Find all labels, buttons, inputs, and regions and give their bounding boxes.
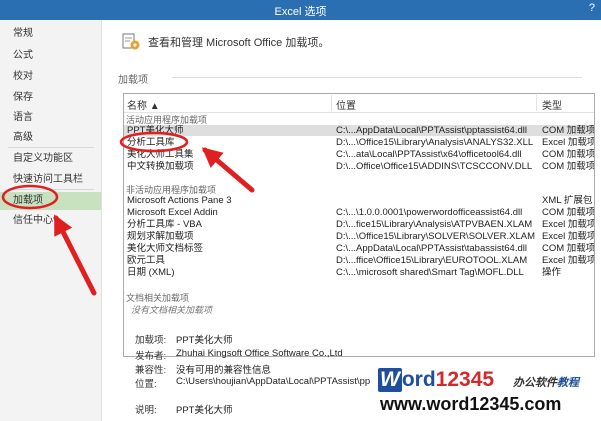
sidebar-item-addins[interactable]: 加载项 — [0, 192, 101, 210]
addin-type: Excel 加载项 — [542, 137, 595, 148]
column-type-header[interactable]: 类型 — [542, 97, 562, 112]
addin-type: COM 加载项 — [542, 207, 595, 218]
column-location-header[interactable]: 位置 — [336, 97, 356, 112]
sidebar-item-customize-ribbon[interactable]: 自定义功能区 — [0, 150, 101, 168]
detail-publisher: 发布者: Zhuhai Kingsoft Office Software Co.… — [135, 348, 343, 362]
detail-addin: 加载项: PPT美化大师 — [135, 332, 232, 346]
addin-type: COM 加载项 — [542, 243, 595, 254]
detail-value: C:\Users\houjian\AppData\Local\PPTAssist… — [176, 376, 371, 387]
detail-value: Zhuhai Kingsoft Office Software Co.,Ltd — [176, 348, 343, 359]
sidebar-item-language[interactable]: 语言 — [0, 109, 101, 127]
sidebar-item-save[interactable]: 保存 — [0, 89, 101, 107]
detail-value: PPT美化大师 — [176, 405, 233, 416]
addins-table[interactable]: 名称 ▲ 位置 类型 活动应用程序加载项 PPT美化大师 C:\...AppDa… — [123, 93, 595, 357]
sidebar-divider — [8, 189, 94, 190]
table-row[interactable]: 美化大师文档标签 C:\...AppData\Local\PPTAssist\t… — [124, 243, 594, 254]
header-description: 查看和管理 Microsoft Office 加载项。 — [148, 37, 330, 49]
detail-location: 位置: C:\Users\houjian\AppData\Local\PPTAs… — [135, 376, 370, 390]
addin-name: 分析工具库 - VBA — [127, 219, 202, 230]
table-row[interactable]: 分析工具库 D:\...\Office15\Library\Analysis\A… — [124, 137, 594, 148]
addin-name: 规划求解加载项 — [127, 231, 194, 242]
addin-type: Excel 加载项 — [542, 231, 595, 242]
detail-description: 说明: PPT美化大师 — [135, 402, 232, 416]
addin-type: 操作 — [542, 267, 562, 278]
sidebar-divider — [8, 147, 94, 148]
addin-location: D:\...Office\Office15\ADDINS\TCSCCONV.DL… — [336, 161, 533, 172]
addin-name: Microsoft Excel Addin — [127, 207, 218, 218]
addin-name: 美化大师工具集 — [127, 149, 194, 160]
addin-name: 欧元工具 — [127, 255, 166, 266]
section-label: 加载项 — [118, 75, 148, 86]
detail-label: 兼容性: — [135, 365, 167, 376]
addin-location: D:\...fice15\Library\Analysis\ATPVBAEN.X… — [336, 219, 533, 230]
addin-name: 分析工具库 — [127, 137, 175, 148]
addin-name: 美化大师文档标签 — [127, 243, 204, 254]
detail-label: 加载项: — [135, 335, 167, 346]
table-row[interactable]: 分析工具库 - VBA D:\...fice15\Library\Analysi… — [124, 219, 594, 230]
addin-type: Excel 加载项 — [542, 255, 595, 266]
watermark-tagline: 办公软件教程 — [513, 377, 579, 389]
section-divider — [172, 77, 582, 78]
sidebar-item-advanced[interactable]: 高级 — [0, 129, 101, 147]
detail-label: 发布者: — [135, 351, 167, 362]
table-row[interactable]: 中文转换加载项 D:\...Office\Office15\ADDINS\TCS… — [124, 161, 594, 172]
table-row[interactable]: 美化大师工具集 C:\...ata\Local\PPTAssist\x64\of… — [124, 149, 594, 160]
table-row[interactable]: Microsoft Actions Pane 3 XML 扩展包 — [124, 195, 594, 206]
table-row[interactable]: 日期 (XML) C:\...\microsoft shared\Smart T… — [124, 267, 594, 278]
detail-value: 没有可用的兼容性信息 — [176, 365, 272, 376]
addin-location: D:\...\Office15\Library\SOLVER\SOLVER.XL… — [336, 231, 536, 242]
addin-type: COM 加载项 — [542, 161, 595, 172]
column-divider[interactable] — [536, 95, 537, 111]
table-row[interactable]: 规划求解加载项 D:\...\Office15\Library\SOLVER\S… — [124, 231, 594, 242]
addin-location: D:\...\Office15\Library\Analysis\ANALYS3… — [336, 137, 534, 148]
addin-location: D:\...ffice\Office15\Library\EUROTOOL.XL… — [336, 255, 528, 266]
sidebar-item-proofing[interactable]: 校对 — [0, 68, 101, 86]
addin-type: COM 加载项 — [542, 125, 595, 136]
addin-gear-icon — [122, 33, 140, 50]
detail-label: 说明: — [135, 405, 157, 416]
column-divider[interactable] — [331, 95, 332, 111]
addin-location: C:\...\1.0.0.0001\powerwordofficeassist6… — [336, 207, 523, 218]
detail-label: 位置: — [135, 379, 157, 390]
addin-location: C:\...AppData\Local\PPTAssist\tabassist6… — [336, 243, 527, 254]
addin-type: COM 加载项 — [542, 149, 595, 160]
column-name-header[interactable]: 名称 ▲ — [127, 97, 160, 112]
detail-value: PPT美化大师 — [176, 335, 233, 346]
table-row[interactable]: PPT美化大师 C:\...AppData\Local\PPTAssist\pp… — [124, 125, 594, 136]
addin-location: C:\...AppData\Local\PPTAssist\pptassist6… — [336, 125, 527, 136]
sidebar-item-general[interactable]: 常规 — [0, 25, 101, 43]
watermark: Word12345 办公软件教程 www.word12345.com — [376, 366, 601, 421]
window-title: Excel 选项 — [274, 6, 327, 18]
addin-location: C:\...\microsoft shared\Smart Tag\MOFL.D… — [336, 267, 524, 278]
sidebar-item-formulas[interactable]: 公式 — [0, 47, 101, 65]
addin-type: XML 扩展包 — [542, 195, 593, 206]
table-row[interactable]: Microsoft Excel Addin C:\...\1.0.0.0001\… — [124, 207, 594, 218]
watermark-logo: Word12345 — [378, 368, 495, 392]
table-header: 名称 ▲ 位置 类型 — [124, 94, 594, 113]
addin-name: 中文转换加载项 — [127, 161, 194, 172]
sidebar: 常规 公式 校对 保存 语言 高级 自定义功能区 快速访问工具栏 加载项 信任中… — [0, 20, 102, 421]
addin-name: PPT美化大师 — [127, 125, 184, 136]
table-row[interactable]: 欧元工具 D:\...ffice\Office15\Library\EUROTO… — [124, 255, 594, 266]
addin-location: C:\...ata\Local\PPTAssist\x64\officetool… — [336, 149, 522, 160]
addin-type: Excel 加载项 — [542, 219, 595, 230]
sidebar-item-quick-access-toolbar[interactable]: 快速访问工具栏 — [0, 171, 101, 189]
addin-name: Microsoft Actions Pane 3 — [127, 195, 232, 206]
document-addins-empty: 没有文档相关加载项 — [131, 305, 213, 315]
addin-location — [336, 195, 536, 206]
sidebar-item-trust-center[interactable]: 信任中心 — [0, 212, 101, 230]
help-icon[interactable]: ? — [589, 2, 595, 14]
addin-name: 日期 (XML) — [127, 267, 175, 278]
main-panel: 查看和管理 Microsoft Office 加载项。 加载项 名称 ▲ 位置 … — [102, 20, 601, 421]
detail-compatibility: 兼容性: 没有可用的兼容性信息 — [135, 362, 271, 376]
watermark-url: www.word12345.com — [380, 394, 562, 414]
title-bar: Excel 选项 ? — [0, 0, 601, 20]
